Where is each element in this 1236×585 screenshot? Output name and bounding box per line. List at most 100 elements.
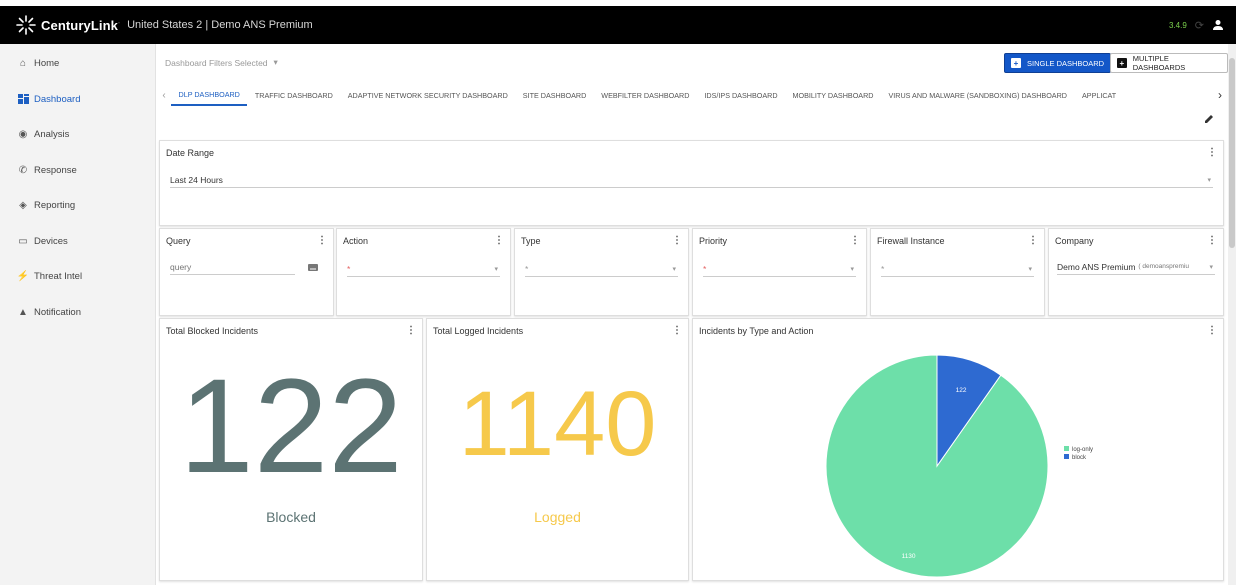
more-vert-icon[interactable]: ⋮ bbox=[672, 235, 682, 246]
devices-icon: ▭ bbox=[18, 235, 28, 247]
reporting-icon: ◈ bbox=[19, 200, 27, 212]
sidebar-item-label: Devices bbox=[34, 235, 68, 247]
sidebar-item-label: Threat Intel bbox=[34, 271, 83, 283]
plus-icon: + bbox=[1117, 58, 1127, 68]
tab-prev-icon[interactable]: ‹ bbox=[157, 90, 171, 101]
legend-label-block[interactable]: block bbox=[1072, 455, 1087, 461]
more-vert-icon[interactable]: ⋮ bbox=[1028, 235, 1038, 246]
edit-icon[interactable] bbox=[1204, 114, 1214, 124]
sidebar-item-notification[interactable]: ▲ Notification bbox=[0, 295, 155, 331]
sidebar-item-dashboard[interactable]: Dashboard bbox=[0, 82, 155, 118]
sidebar-item-label: Notification bbox=[34, 306, 81, 318]
legend-label-log-only[interactable]: log-only bbox=[1072, 447, 1093, 453]
sidebar-item-reporting[interactable]: ◈ Reporting bbox=[0, 188, 155, 224]
more-vert-icon[interactable]: ⋮ bbox=[317, 235, 327, 246]
dashboard-tabs: ‹ DLP DASHBOARD TRAFFIC DASHBOARD ADAPTI… bbox=[157, 84, 1228, 106]
company-suffix: ( demoanspremiu bbox=[1138, 263, 1189, 270]
tab-applications-dashboard[interactable]: APPLICAT bbox=[1074, 84, 1123, 106]
sidebar-item-label: Home bbox=[34, 58, 60, 70]
logged-label: Logged bbox=[534, 509, 581, 525]
user-icon[interactable] bbox=[1212, 19, 1224, 31]
sidebar-item-analysis[interactable]: ◉ Analysis bbox=[0, 117, 155, 153]
priority-select[interactable]: * ▾ bbox=[703, 261, 856, 277]
priority-value: * bbox=[703, 263, 707, 274]
query-panel: Query ⋮ bbox=[159, 228, 334, 316]
pie-data-label-block: 122 bbox=[956, 387, 967, 394]
company-title: Company bbox=[1055, 236, 1094, 246]
brand-name: CenturyLink· bbox=[41, 17, 121, 33]
tab-adaptive-network-security-dashboard[interactable]: ADAPTIVE NETWORK SECURITY DASHBOARD bbox=[340, 84, 515, 106]
action-value: * bbox=[347, 263, 351, 274]
type-select[interactable]: * ▾ bbox=[525, 261, 678, 277]
page-scrollbar[interactable] bbox=[1228, 44, 1236, 585]
sidebar-item-devices[interactable]: ▭ Devices bbox=[0, 224, 155, 260]
more-vert-icon[interactable]: ⋮ bbox=[494, 235, 504, 246]
incidents-by-type-panel: Incidents by Type and Action ⋮ 1130 122 lo… bbox=[692, 318, 1224, 581]
sidebar-item-threat-intel[interactable]: ⚡ Threat Intel bbox=[0, 259, 155, 295]
pie-data-label-log-only: 1130 bbox=[902, 553, 916, 560]
sidebar: ⌂ Home Dashboard ◉ Analysis ✆ Response ◈… bbox=[0, 44, 156, 585]
tab-next-icon[interactable]: › bbox=[1218, 84, 1222, 106]
firewall-instance-select[interactable]: * ▾ bbox=[881, 261, 1034, 277]
chevron-down-icon: ▾ bbox=[494, 265, 498, 273]
main-content: Dashboard Filters Selected ▾ + SINGLE DA… bbox=[157, 44, 1228, 585]
sidebar-item-home[interactable]: ⌂ Home bbox=[0, 46, 155, 82]
more-vert-icon[interactable]: ⋮ bbox=[1207, 235, 1217, 246]
tab-traffic-dashboard[interactable]: TRAFFIC DASHBOARD bbox=[247, 84, 340, 106]
query-input[interactable] bbox=[170, 259, 295, 275]
chevron-down-icon: ▾ bbox=[1209, 263, 1213, 271]
tab-dlp-dashboard[interactable]: DLP DASHBOARD bbox=[171, 84, 248, 106]
tab-mobility-dashboard[interactable]: MOBILITY DASHBOARD bbox=[785, 84, 881, 106]
dashboard-icon bbox=[17, 93, 29, 105]
total-blocked-panel: Total Blocked Incidents ⋮ 122 Blocked bbox=[159, 318, 423, 581]
company-select[interactable]: Demo ANS Premium ( demoanspremiu ▾ bbox=[1057, 259, 1215, 275]
single-dashboard-label: SINGLE DASHBOARD bbox=[1027, 58, 1105, 68]
type-value: * bbox=[525, 263, 529, 274]
dashboard-filters-label: Dashboard Filters Selected bbox=[165, 57, 268, 68]
sidebar-item-response[interactable]: ✆ Response bbox=[0, 153, 155, 189]
firewall-instance-panel: Firewall Instance ⋮ * ▾ bbox=[870, 228, 1045, 316]
type-panel: Type ⋮ * ▾ bbox=[514, 228, 689, 316]
date-range-value: Last 24 Hours bbox=[170, 174, 223, 185]
multiple-dashboards-label: MULTIPLE DASHBOARDS bbox=[1132, 54, 1186, 72]
blocked-count: 122 bbox=[179, 352, 403, 501]
pie-chart: 1130 122 log-only block bbox=[825, 354, 1093, 578]
action-panel: Action ⋮ * ▾ bbox=[336, 228, 511, 316]
type-title: Type bbox=[521, 236, 541, 246]
company-value: Demo ANS Premium bbox=[1057, 261, 1136, 272]
refresh-icon[interactable]: ⟳ bbox=[1195, 19, 1204, 32]
company-panel: Company ⋮ Demo ANS Premium ( demoansprem… bbox=[1048, 228, 1224, 316]
chevron-down-icon: ▾ bbox=[1207, 176, 1211, 184]
date-range-select[interactable]: Last 24 Hours ▾ bbox=[170, 172, 1213, 188]
top-bar-right: 3.4.9 ⟳ bbox=[1169, 6, 1224, 44]
keyboard-icon[interactable] bbox=[308, 264, 318, 271]
legend-swatch-log-only bbox=[1064, 446, 1069, 451]
scrollbar-thumb[interactable] bbox=[1229, 58, 1235, 248]
priority-title: Priority bbox=[699, 236, 728, 246]
centurylink-logo-icon bbox=[16, 15, 36, 35]
chevron-down-icon: ▾ bbox=[273, 57, 278, 67]
action-select[interactable]: * ▾ bbox=[347, 261, 500, 277]
chevron-down-icon: ▾ bbox=[850, 265, 854, 273]
tab-virus-malware-dashboard[interactable]: VIRUS AND MALWARE (SANDBOXING) DASHBOARD bbox=[881, 84, 1075, 106]
sidebar-item-label: Dashboard bbox=[34, 93, 81, 105]
tab-ids-ips-dashboard[interactable]: IDS/IPS DASHBOARD bbox=[697, 84, 785, 106]
total-logged-title: Total Logged Incidents bbox=[433, 326, 524, 336]
dashboard-filters-select[interactable]: Dashboard Filters Selected ▾ bbox=[165, 57, 278, 68]
response-icon: ✆ bbox=[18, 164, 28, 176]
priority-panel: Priority ⋮ * ▾ bbox=[692, 228, 867, 316]
more-vert-icon[interactable]: ⋮ bbox=[850, 235, 860, 246]
chevron-down-icon: ▾ bbox=[672, 265, 676, 273]
single-dashboard-button[interactable]: + SINGLE DASHBOARD bbox=[1004, 53, 1112, 73]
tab-webfilter-dashboard[interactable]: WEBFILTER DASHBOARD bbox=[594, 84, 697, 106]
home-icon: ⌂ bbox=[19, 58, 27, 70]
sidebar-item-label: Reporting bbox=[34, 200, 76, 212]
more-vert-icon[interactable]: ⋮ bbox=[1207, 147, 1217, 158]
query-title: Query bbox=[166, 236, 191, 246]
tab-site-dashboard[interactable]: SITE DASHBOARD bbox=[515, 84, 594, 106]
chevron-down-icon: ▾ bbox=[1028, 265, 1032, 273]
more-vert-icon[interactable]: ⋮ bbox=[672, 325, 682, 336]
more-vert-icon[interactable]: ⋮ bbox=[406, 325, 416, 336]
multiple-dashboards-button[interactable]: + MULTIPLE DASHBOARDS bbox=[1110, 53, 1228, 73]
blocked-label: Blocked bbox=[266, 509, 316, 525]
